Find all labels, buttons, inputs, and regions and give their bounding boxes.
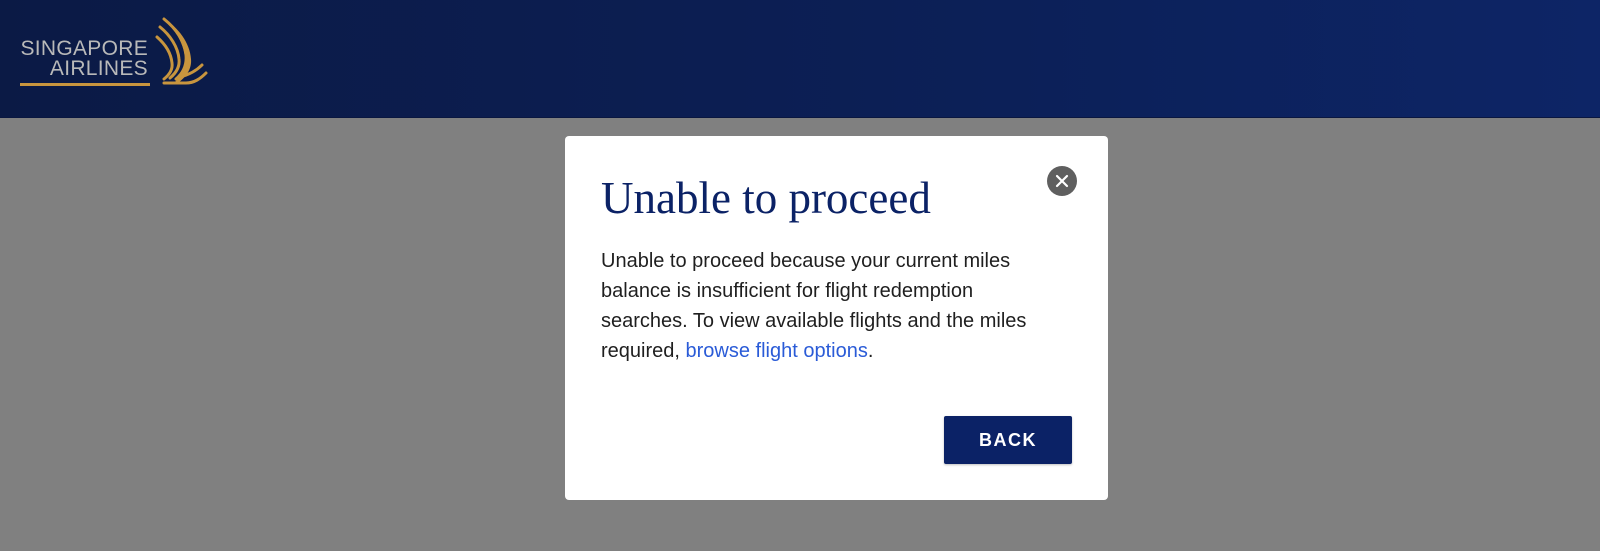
dialog-message-suffix: . [867, 340, 874, 362]
close-button[interactable] [1047, 166, 1077, 196]
error-dialog: Unable to proceed Unable to proceed beca… [565, 136, 1108, 500]
logo-underline [20, 83, 150, 86]
site-header: SINGAPORE AIRLINES [0, 0, 1600, 118]
bird-icon [155, 17, 208, 85]
singapore-airlines-logo[interactable]: SINGAPORE AIRLINES [20, 17, 210, 89]
close-icon [1055, 174, 1069, 188]
logo-line-1: SINGAPORE [20, 37, 148, 60]
browse-flight-options-link[interactable]: browse flight options [686, 340, 868, 362]
logo-line-2: AIRLINES [49, 57, 148, 80]
dialog-title: Unable to proceed [601, 173, 931, 223]
dialog-message: Unable to proceed because your current m… [601, 246, 1061, 366]
back-button[interactable]: BACK [944, 416, 1072, 464]
logo-wordmark: SINGAPORE AIRLINES [20, 37, 148, 80]
